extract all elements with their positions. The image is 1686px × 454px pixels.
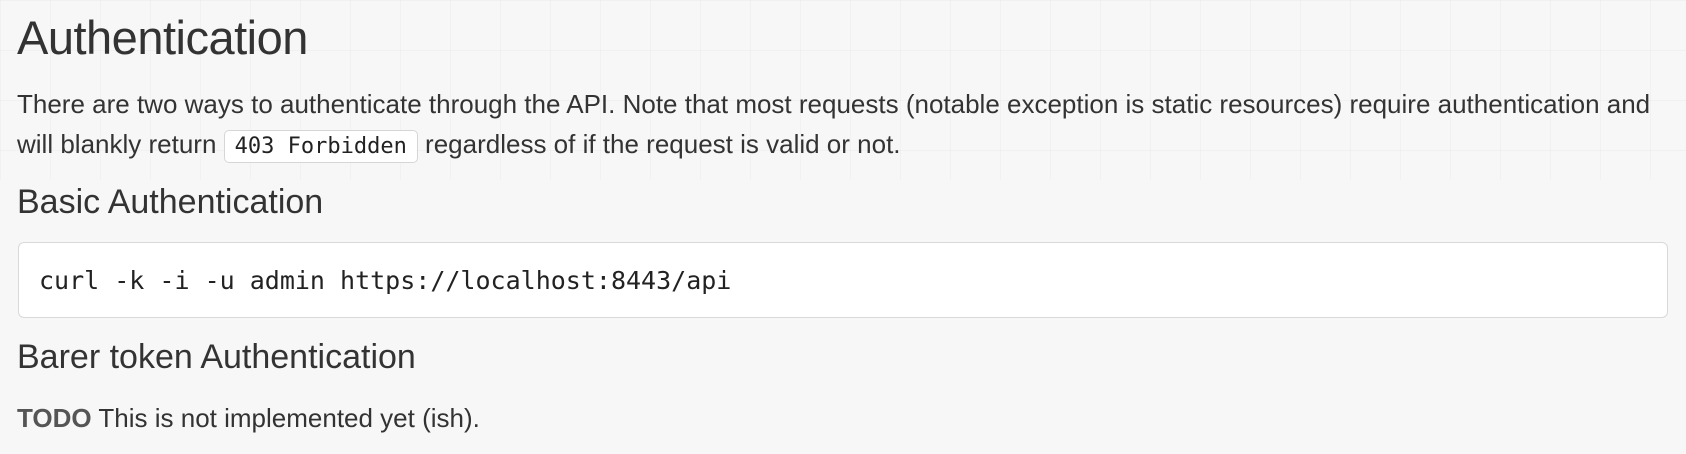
status-code-inline: 403 Forbidden — [223, 130, 418, 163]
curl-command-block[interactable]: curl -k -i -u admin https://localhost:84… — [18, 242, 1668, 318]
intro-paragraph: There are two ways to authenticate throu… — [17, 84, 1657, 167]
todo-note: TODO This is not implemented yet (ish). — [17, 398, 480, 438]
token-auth-heading: Barer token Authentication — [17, 338, 416, 376]
basic-auth-heading: Basic Authentication — [17, 183, 324, 221]
todo-text: This is not implemented yet (ish). — [91, 403, 480, 433]
page-title: Authentication — [17, 11, 308, 64]
intro-text-after: regardless of if the request is valid or… — [417, 129, 901, 159]
todo-label: TODO — [17, 403, 92, 433]
